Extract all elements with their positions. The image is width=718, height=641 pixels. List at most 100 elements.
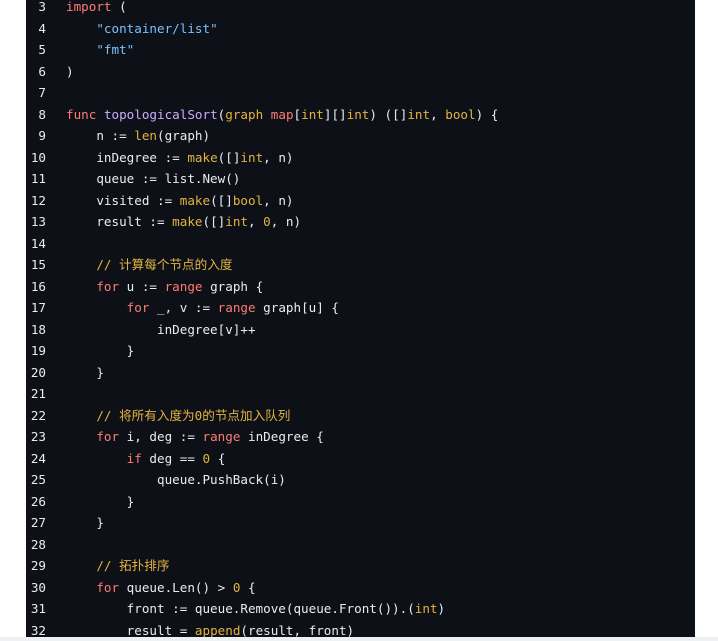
line-number: 3 bbox=[38, 0, 46, 14]
code-token: for bbox=[96, 429, 120, 444]
code-token: i, deg := bbox=[119, 429, 203, 444]
code-token: // 计算每个节点的入度 bbox=[96, 257, 233, 272]
code-token: graph[u] { bbox=[255, 300, 339, 315]
code-token: ) ([] bbox=[369, 106, 408, 122]
code-token: 0 bbox=[263, 214, 271, 229]
line-code: } bbox=[66, 340, 135, 362]
code-token: topologicalSort bbox=[103, 106, 218, 122]
line-code: "container/list" bbox=[66, 18, 218, 40]
line-number: 4 bbox=[38, 20, 46, 36]
code-token: len bbox=[134, 128, 157, 143]
code-token: graph bbox=[225, 106, 264, 122]
code-token: result = bbox=[66, 622, 195, 638]
line-number: 6 bbox=[38, 63, 46, 79]
line-number: 21 bbox=[30, 386, 46, 401]
code-token: _, v := bbox=[149, 300, 218, 315]
line-number: 19 bbox=[30, 343, 46, 358]
code-token: int bbox=[301, 106, 324, 122]
code-token: // 将所有入度为0的节点加入队列 bbox=[96, 407, 291, 423]
code-token: } bbox=[66, 364, 104, 380]
code-token: , n) bbox=[263, 192, 294, 208]
code-token: ) { bbox=[475, 106, 499, 122]
line-code: visited := make([]bool, n) bbox=[66, 190, 294, 212]
code-token: (result, front) bbox=[240, 622, 355, 638]
line-number: 23 bbox=[30, 429, 46, 444]
code-token: make bbox=[172, 214, 203, 229]
line-code: // 拓扑排序 bbox=[66, 555, 169, 577]
line-number: 18 bbox=[30, 321, 46, 337]
line-code: } bbox=[66, 491, 135, 513]
code-token: , bbox=[430, 106, 446, 122]
code-token: import bbox=[66, 0, 112, 14]
line-code: result := make([]int, 0, n) bbox=[66, 211, 301, 233]
line-number: 7 bbox=[38, 85, 46, 100]
code-token: } bbox=[66, 493, 135, 509]
code-token: inDegree[v]++ bbox=[66, 321, 256, 337]
code-token: , n) bbox=[263, 149, 294, 165]
line-code: if deg == 0 { bbox=[66, 448, 226, 470]
line-code: front := queue.Remove(queue.Front()).(in… bbox=[66, 598, 445, 620]
code-token: ( bbox=[111, 0, 127, 14]
code-token: int bbox=[407, 106, 431, 122]
line-number: 12 bbox=[30, 192, 46, 208]
code-token: , bbox=[248, 214, 264, 229]
code-token: ) bbox=[437, 601, 446, 616]
line-code: n := len(graph) bbox=[66, 125, 210, 147]
line-code: for i, deg := range inDegree { bbox=[66, 426, 323, 448]
line-code: } bbox=[66, 512, 104, 534]
line-number: 26 bbox=[30, 493, 46, 509]
code-token: bool bbox=[232, 192, 264, 208]
code-token: int bbox=[346, 106, 370, 122]
code-token: inDegree := bbox=[66, 149, 188, 165]
code-token: ) bbox=[66, 63, 74, 79]
code-token: range bbox=[217, 300, 256, 315]
code-token: for bbox=[96, 278, 120, 294]
code-token: func bbox=[66, 106, 97, 122]
page: 3 import (4 "container/list" 5 "fmt" 6) 7 8 fu… bbox=[0, 0, 718, 641]
line-code: func topologicalSort(graph map[int][]int… bbox=[66, 104, 498, 126]
code-token: (graph) bbox=[157, 128, 211, 143]
code-token: } bbox=[66, 343, 135, 358]
bottom-divider bbox=[0, 637, 718, 641]
code-token: ([] bbox=[217, 149, 241, 165]
line-number: 10 bbox=[30, 149, 46, 165]
line-code: for queue.Len() > 0 { bbox=[66, 577, 256, 599]
code-token: ([] bbox=[210, 192, 233, 208]
line-number: 20 bbox=[30, 364, 46, 380]
code-token: bool bbox=[445, 106, 476, 122]
code-token: queue := list.New() bbox=[66, 171, 241, 186]
line-number: 25 bbox=[30, 472, 46, 487]
code-token: append bbox=[194, 622, 241, 638]
line-code: } bbox=[66, 362, 104, 384]
code-token: make bbox=[187, 149, 218, 165]
line-number: 11 bbox=[30, 171, 46, 186]
code-token: { bbox=[240, 579, 256, 595]
line-number: 13 bbox=[30, 214, 46, 229]
code-token: [ bbox=[293, 106, 302, 122]
line-code: "fmt" bbox=[66, 39, 134, 61]
code-editor[interactable]: 3 import (4 "container/list" 5 "fmt" 6) 7 8 fu… bbox=[26, 0, 695, 641]
code-token: "container/list" bbox=[96, 20, 218, 36]
code-token: queue.PushBack(i) bbox=[66, 472, 286, 487]
line-number: 27 bbox=[30, 515, 46, 530]
line-code: ) bbox=[66, 61, 74, 83]
code-token: visited := bbox=[66, 192, 180, 208]
line-number: 8 bbox=[38, 106, 46, 122]
code-token: } bbox=[66, 515, 104, 530]
code-token: int bbox=[225, 214, 248, 229]
line-number: 17 bbox=[30, 300, 46, 315]
line-code: queue := list.New() bbox=[66, 168, 240, 190]
code-token: map bbox=[270, 106, 294, 122]
code-token: int bbox=[414, 601, 438, 616]
code-token: for bbox=[126, 300, 150, 315]
code-token: range bbox=[164, 278, 203, 294]
code-token: int bbox=[240, 149, 264, 165]
code-token: 0 bbox=[202, 450, 211, 466]
